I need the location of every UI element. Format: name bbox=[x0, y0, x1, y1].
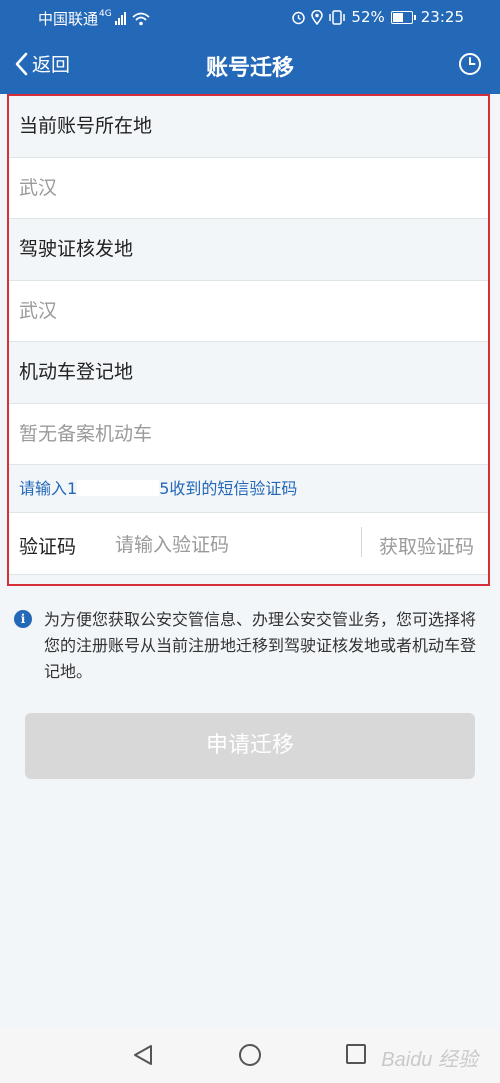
verification-code-row: 验证码 获取验证码 bbox=[9, 513, 488, 575]
notice-text: 为方便您获取公安交管信息、办理公安交管业务，您可选择将您的注册账号从当前注册地迁… bbox=[44, 610, 477, 681]
current-location-label: 当前账号所在地 bbox=[9, 96, 488, 158]
vehicle-registration-label: 机动车登记地 bbox=[9, 342, 488, 404]
nav-home-icon[interactable] bbox=[238, 1044, 262, 1068]
status-bar: 中国联通 4G 52% 23:25 bbox=[0, 0, 500, 36]
apply-migration-button[interactable]: 申请迁移 bbox=[25, 713, 475, 779]
signal-icon bbox=[114, 12, 126, 25]
battery-icon bbox=[390, 10, 416, 24]
status-left: 中国联通 4G bbox=[38, 8, 150, 29]
license-issuer-value: 武汉 bbox=[9, 280, 488, 342]
redacted-phone bbox=[77, 480, 160, 496]
history-clock-icon bbox=[459, 53, 481, 75]
vehicle-registration-value: 暂无备案机动车 bbox=[9, 403, 488, 465]
info-icon: i bbox=[14, 610, 32, 628]
nav-bar: 返回 账号迁移 bbox=[0, 36, 500, 94]
sms-hint-suffix: 5收到的短信验证码 bbox=[159, 479, 298, 498]
status-right: 52% 23:25 bbox=[291, 8, 464, 26]
code-label: 验证码 bbox=[19, 536, 77, 558]
verification-code-input[interactable] bbox=[113, 527, 357, 563]
network-type: 4G bbox=[99, 8, 112, 19]
nav-recents-icon[interactable] bbox=[345, 1044, 367, 1066]
get-code-button[interactable]: 获取验证码 bbox=[379, 532, 474, 559]
current-location-value: 武汉 bbox=[9, 157, 488, 219]
location-icon bbox=[311, 9, 324, 25]
sms-code-hint: 请输入1 5收到的短信验证码 bbox=[9, 465, 488, 513]
battery-percent: 52% bbox=[351, 8, 385, 26]
page-title: 账号迁移 bbox=[205, 56, 294, 81]
clock-time: 23:25 bbox=[420, 8, 464, 26]
form-spacer bbox=[9, 575, 488, 584]
vibrate-icon bbox=[329, 9, 346, 25]
app-header: 中国联通 4G 52% 23:25 返回 账号迁移 bbox=[0, 0, 500, 94]
nav-back-icon[interactable] bbox=[132, 1044, 154, 1066]
alarm-icon bbox=[292, 11, 306, 24]
history-button[interactable] bbox=[458, 52, 482, 80]
license-issuer-label: 驾驶证核发地 bbox=[9, 219, 488, 281]
carrier-name: 中国联通 bbox=[38, 10, 99, 28]
migration-notice: i 为方便您获取公安交管信息、办理公安交管业务，您可选择将您的注册账号从当前注册… bbox=[14, 607, 484, 685]
wifi-icon bbox=[132, 12, 150, 25]
code-divider bbox=[361, 527, 362, 557]
sms-hint-prefix: 请输入1 bbox=[19, 479, 78, 498]
migration-form: 当前账号所在地 武汉 驾驶证核发地 武汉 机动车登记地 暂无备案机动车 请输入1… bbox=[7, 94, 490, 586]
baidu-watermark: Baidu 经验 bbox=[381, 1049, 478, 1071]
